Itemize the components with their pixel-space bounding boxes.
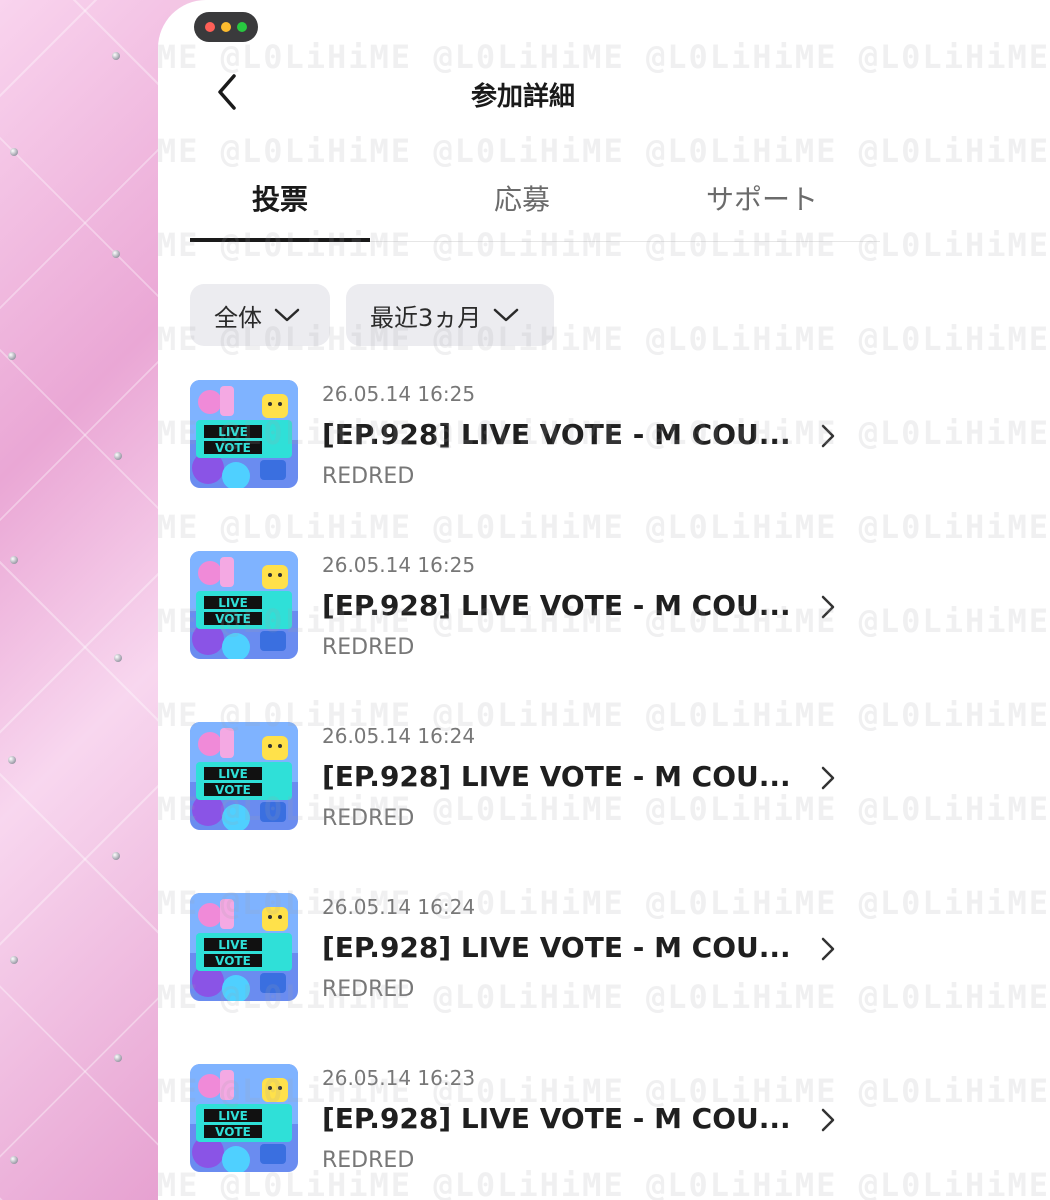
stud-decoration — [10, 1156, 18, 1164]
stud-decoration — [114, 452, 122, 460]
chevron-down-icon — [274, 308, 300, 322]
minimize-window-dot[interactable] — [221, 22, 231, 32]
list-item[interactable]: LIVE VOTE 26.05.14 16:24 [EP.928] LIVE V… — [190, 893, 850, 1005]
item-artist: REDRED — [322, 977, 415, 1002]
chevron-right-icon — [821, 937, 835, 961]
item-date: 26.05.14 16:24 — [322, 724, 476, 748]
thumbnail-text-vote: VOTE — [215, 1125, 251, 1139]
filter-all-dropdown[interactable]: 全体 — [190, 284, 330, 346]
item-date: 26.05.14 16:23 — [322, 1066, 476, 1090]
item-artist: REDRED — [322, 806, 415, 831]
item-artist: REDRED — [322, 1148, 415, 1173]
item-title: [EP.928] LIVE VOTE - M COU... — [322, 589, 791, 622]
item-artist: REDRED — [322, 635, 415, 660]
thumbnail-text-vote: VOTE — [215, 954, 251, 968]
chevron-right-icon — [821, 424, 835, 448]
stud-decoration — [112, 52, 120, 60]
stud-decoration — [10, 556, 18, 564]
item-title: [EP.928] LIVE VOTE - M COU... — [322, 931, 791, 964]
close-window-dot[interactable] — [205, 22, 215, 32]
chevron-right-icon — [821, 1108, 835, 1132]
item-title: [EP.928] LIVE VOTE - M COU... — [322, 418, 791, 451]
tab-vote[interactable]: 投票 — [252, 178, 308, 218]
live-vote-thumbnail: LIVE VOTE — [190, 380, 298, 488]
list-item[interactable]: LIVE VOTE 26.05.14 16:23 [EP.928] LIVE V… — [190, 1064, 850, 1176]
chevron-right-icon — [821, 766, 835, 790]
filter-period-label: 最近3ヵ月 — [370, 303, 482, 332]
stud-decoration — [10, 956, 18, 964]
thumbnail-text-live: LIVE — [218, 425, 248, 439]
page-title: 参加詳細 — [470, 82, 575, 112]
tab-bar: 投票 応募 サポート — [190, 170, 920, 242]
item-artist: REDRED — [322, 464, 415, 489]
app-panel: 参加詳細 投票 応募 サポート 全体 最近3ヵ月 LIVE VOTE 26.05… — [158, 0, 1050, 1200]
maximize-window-dot[interactable] — [237, 22, 247, 32]
list-item[interactable]: LIVE VOTE 26.05.14 16:24 [EP.928] LIVE V… — [190, 722, 850, 834]
thumbnail-text-vote: VOTE — [215, 612, 251, 626]
list-item[interactable]: LIVE VOTE 26.05.14 16:25 [EP.928] LIVE V… — [190, 551, 850, 663]
stud-decoration — [114, 654, 122, 662]
stud-decoration — [112, 852, 120, 860]
active-tab-indicator — [190, 238, 370, 242]
stud-decoration — [8, 352, 16, 360]
live-vote-thumbnail: LIVE VOTE — [190, 893, 298, 1001]
tab-apply[interactable]: 応募 — [494, 178, 550, 218]
item-date: 26.05.14 16:25 — [322, 382, 476, 406]
item-title: [EP.928] LIVE VOTE - M COU... — [322, 1102, 791, 1135]
thumbnail-text-live: LIVE — [218, 767, 248, 781]
thumbnail-text-live: LIVE — [218, 938, 248, 952]
thumbnail-text-vote: VOTE — [215, 441, 251, 455]
item-date: 26.05.14 16:25 — [322, 553, 476, 577]
filter-all-label: 全体 — [214, 303, 262, 332]
thumbnail-text-live: LIVE — [218, 596, 248, 610]
thumbnail-text-live: LIVE — [218, 1109, 248, 1123]
live-vote-thumbnail: LIVE VOTE — [190, 1064, 298, 1172]
list-item[interactable]: LIVE VOTE 26.05.14 16:25 [EP.928] LIVE V… — [190, 380, 850, 492]
stud-decoration — [114, 1054, 122, 1062]
stud-decoration — [8, 756, 16, 764]
live-vote-thumbnail: LIVE VOTE — [190, 722, 298, 830]
tab-support[interactable]: サポート — [706, 178, 818, 218]
stud-decoration — [112, 250, 120, 258]
chevron-down-icon — [494, 308, 519, 322]
thumbnail-text-vote: VOTE — [215, 783, 251, 797]
chevron-right-icon — [821, 595, 835, 619]
filter-period-dropdown[interactable]: 最近3ヵ月 — [346, 284, 554, 346]
pink-quilted-background — [0, 0, 170, 1200]
window-controls — [194, 12, 258, 42]
stud-decoration — [10, 148, 18, 156]
item-title: [EP.928] LIVE VOTE - M COU... — [322, 760, 791, 793]
item-date: 26.05.14 16:24 — [322, 895, 476, 919]
live-vote-thumbnail: LIVE VOTE — [190, 551, 298, 659]
